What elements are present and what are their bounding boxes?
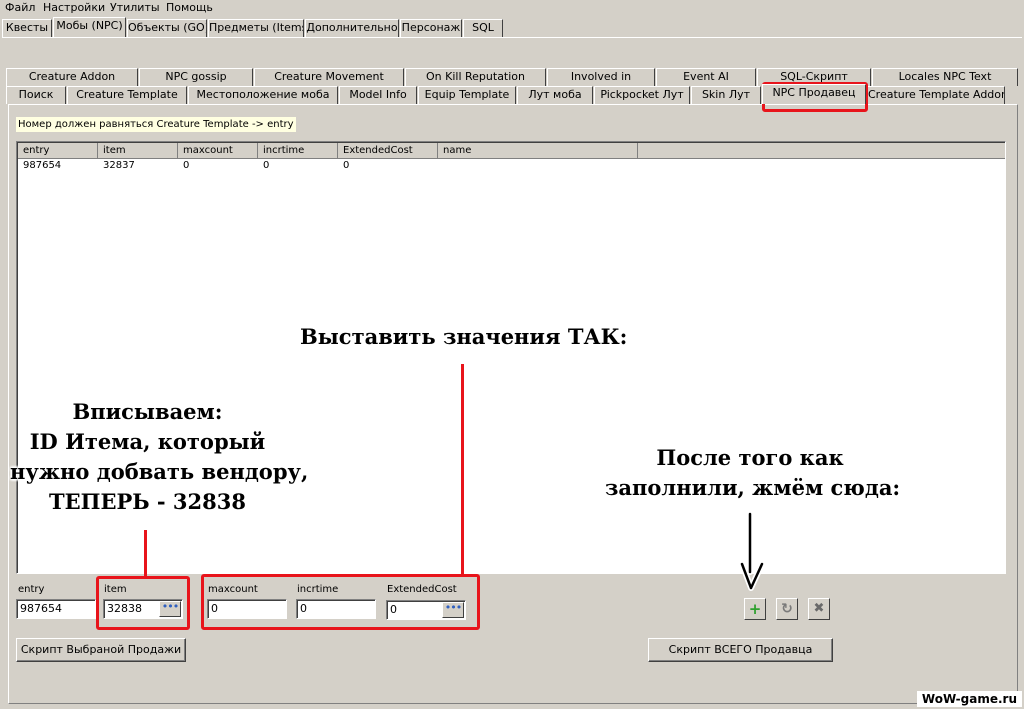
column-header-entry[interactable]: entry — [18, 143, 98, 159]
tab-sql[interactable]: SQL — [463, 19, 503, 37]
highlight-values-fields — [201, 574, 480, 630]
tab-search[interactable]: Поиск — [6, 86, 66, 104]
delete-icon: ✖ — [813, 601, 825, 616]
entry-field[interactable]: 987654 — [16, 599, 96, 619]
tab-creature-movement[interactable]: Creature Movement — [254, 68, 404, 86]
column-header-incrtime[interactable]: incrtime — [258, 143, 338, 159]
column-header-filler — [638, 143, 1005, 159]
menu-file[interactable]: Файл — [5, 1, 35, 14]
tab-mob-loot[interactable]: Лут моба — [517, 86, 593, 104]
cell-extendedcost: 0 — [343, 160, 350, 171]
tab-creature-addon[interactable]: Creature Addon — [6, 68, 138, 86]
menu-bar: Файл Настройки Утилиты Помощь — [0, 0, 1024, 16]
pointer-line-values — [461, 364, 464, 576]
cell-incrtime: 0 — [263, 160, 270, 171]
highlight-item-field — [96, 576, 190, 630]
tab-model-info[interactable]: Model Info — [339, 86, 417, 104]
script-selected-sale-button[interactable]: Скрипт Выбраной Продажи — [16, 638, 186, 662]
down-arrow-icon — [739, 512, 765, 591]
tab-event-ai[interactable]: Event AI — [656, 68, 756, 86]
main-tabs: Квесты Мобы (NPC) Объекты (GO) Предметы … — [2, 17, 1022, 37]
tab-npc-vendor[interactable]: NPC Продавец — [762, 84, 866, 104]
annotation-enter-item-line4: ТЕПЕРЬ - 32838 — [49, 489, 246, 514]
entry-label: entry — [18, 584, 45, 595]
script-all-vendor-button[interactable]: Скрипт ВСЕГО Продавца — [648, 638, 833, 662]
cell-entry: 987654 — [23, 160, 62, 171]
annotation-set-values: Выставить значения ТАК: — [300, 324, 628, 349]
tab-involved-in[interactable]: Involved in — [547, 68, 655, 86]
annotation-enter-item-line3: нужно добвать вендору, — [10, 459, 309, 484]
cell-item: 32837 — [103, 160, 135, 171]
annotation-enter-item-line2: ID Итема, который — [29, 429, 266, 454]
refresh-button[interactable]: ↻ — [776, 598, 798, 620]
plus-icon: + — [748, 600, 762, 618]
entry-hint: Номер должен равняться Creature Template… — [16, 117, 296, 132]
annotation-after-fill-line1: После того как — [656, 445, 844, 470]
tab-quests[interactable]: Квесты — [2, 19, 52, 37]
annotation-enter-item: Вписываем: ID Итема, который нужно добва… — [10, 397, 309, 517]
annotation-enter-item-line1: Вписываем: — [72, 399, 223, 424]
column-header-maxcount[interactable]: maxcount — [178, 143, 258, 159]
tab-creature-template[interactable]: Creature Template — [67, 86, 187, 104]
tab-additional[interactable]: Дополнительно — [305, 19, 399, 37]
menu-utilities[interactable]: Утилиты — [110, 1, 160, 14]
tab-npc-gossip[interactable]: NPC gossip — [139, 68, 253, 86]
tab-npc[interactable]: Мобы (NPC) — [53, 17, 126, 37]
refresh-icon: ↻ — [781, 601, 793, 617]
tab-creature-template-addon[interactable]: Creature Template Addon — [867, 86, 1005, 104]
column-header-item[interactable]: item — [98, 143, 178, 159]
cell-maxcount: 0 — [183, 160, 190, 171]
tab-skin-loot[interactable]: Skin Лут — [691, 86, 761, 104]
annotation-after-fill-line2: заполнили, жмём сюда: — [605, 475, 901, 500]
annotation-after-fill: После того как заполнили, жмём сюда: — [605, 443, 901, 503]
tab-items[interactable]: Предметы (Items) — [208, 19, 304, 37]
tab-on-kill-reputation[interactable]: On Kill Reputation — [405, 68, 546, 86]
tab-mob-location[interactable]: Местоположение моба — [188, 86, 338, 104]
add-item-button[interactable]: + — [744, 598, 766, 620]
main-panel-edge — [2, 37, 1022, 38]
tab-equip-template[interactable]: Equip Template — [418, 86, 516, 104]
delete-button[interactable]: ✖ — [808, 598, 830, 620]
tab-pickpocket-loot[interactable]: Pickpocket Лут — [594, 86, 690, 104]
watermark: WoW-game.ru — [916, 691, 1022, 707]
menu-help[interactable]: Помощь — [166, 1, 213, 14]
tab-locales-npc-text[interactable]: Locales NPC Text — [872, 68, 1018, 86]
column-header-extendedcost[interactable]: ExtendedCost — [338, 143, 438, 159]
tab-character[interactable]: Персонаж — [400, 19, 462, 37]
tab-objects[interactable]: Объекты (GO) — [127, 19, 207, 37]
menu-settings[interactable]: Настройки — [43, 1, 105, 14]
pointer-line-item — [144, 530, 147, 578]
column-header-name[interactable]: name — [438, 143, 638, 159]
